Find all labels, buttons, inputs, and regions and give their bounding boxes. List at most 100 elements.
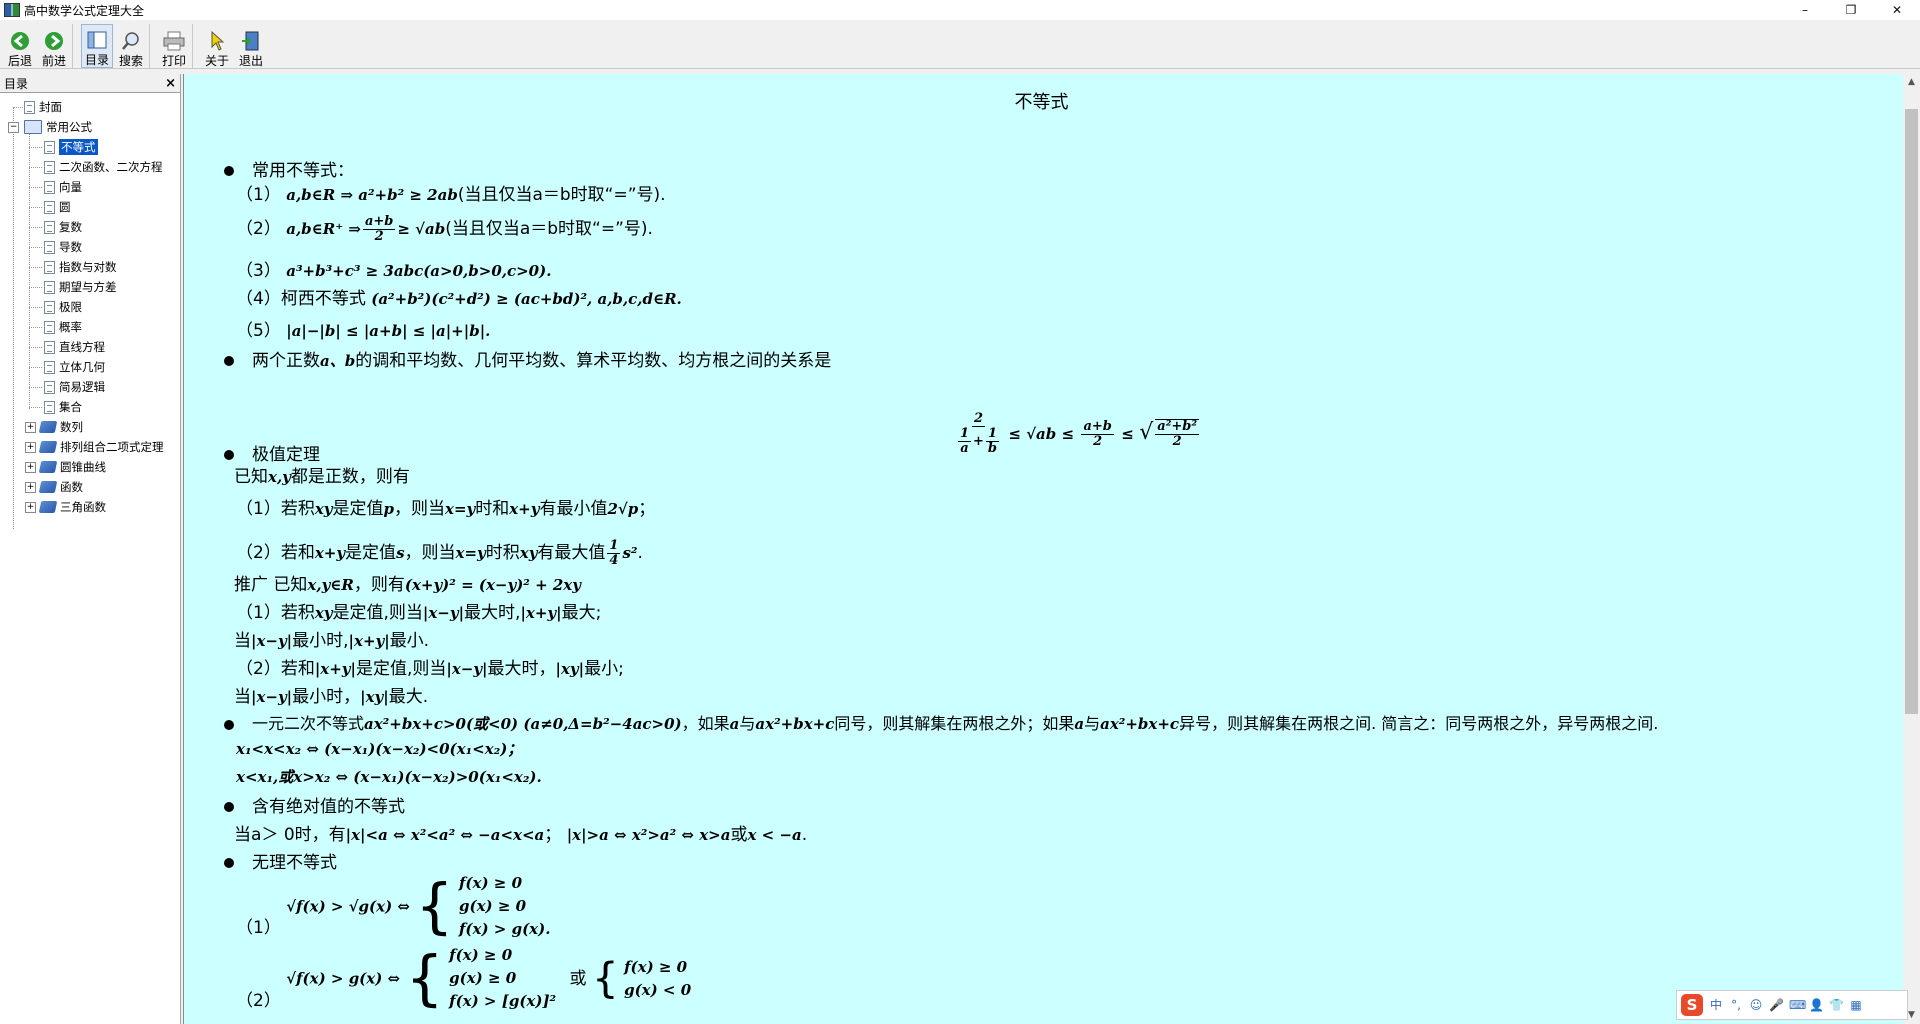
exit-button[interactable]: 退出 — [235, 24, 267, 68]
frac-num: 1 — [958, 426, 972, 442]
toc-button[interactable]: 目录 — [81, 24, 113, 68]
back-button[interactable]: 后退 — [4, 24, 36, 68]
irrational-2: （2） √f(x) > g(x) ⇔ { f(x) ≥ 0 g(x) ≥ 0 f… — [236, 944, 691, 1013]
condition: g(x) ≥ 0 — [458, 897, 527, 915]
user-icon[interactable]: 👤 — [1809, 998, 1824, 1012]
condition-stack: f(x) ≥ 0 g(x) ≥ 0 f(x) > [g(x)]² — [449, 944, 556, 1013]
tree-item-exp-log[interactable]: 指数与对数 — [0, 257, 180, 277]
bullet-icon — [224, 356, 234, 366]
math-expr: x+y — [314, 544, 346, 562]
vertical-scrollbar[interactable]: ▲ ▼ — [1903, 74, 1920, 1024]
tree-item-inequality[interactable]: 不等式 — [0, 137, 180, 157]
tree-item-functions[interactable]: + 函数 — [0, 477, 180, 497]
tree-item-vector[interactable]: 向量 — [0, 177, 180, 197]
print-button[interactable]: 打印 — [158, 24, 190, 68]
body-text: 与 — [739, 714, 756, 733]
open-book-icon — [24, 120, 42, 134]
skin-icon[interactable]: 👕 — [1829, 998, 1844, 1012]
irrational-1: （1） √f(x) > √g(x) ⇔ { f(x) ≥ 0 g(x) ≥ 0 … — [236, 872, 550, 941]
math-expr: (x+y)² = (x−y)² + 2xy — [404, 576, 581, 594]
view-group: 目录 搜索 — [77, 24, 150, 68]
tree-item-complex[interactable]: 复数 — [0, 217, 180, 237]
tree-item-logic[interactable]: 简易逻辑 — [0, 377, 180, 397]
expand-toggle-icon[interactable]: + — [25, 442, 36, 453]
condition: f(x) > g(x). — [458, 920, 551, 938]
minimize-button[interactable]: – — [1782, 0, 1828, 20]
left-brace: { — [405, 943, 444, 1014]
chinese-mode-icon[interactable]: 中 — [1709, 998, 1723, 1012]
page-icon — [44, 360, 55, 374]
tree-item-quadratic[interactable]: 二次函数、二次方程 — [0, 157, 180, 177]
microphone-icon[interactable]: 🎤 — [1769, 998, 1784, 1012]
page-icon — [44, 160, 55, 174]
body-text: （2）若和 — [236, 659, 315, 679]
body-text: 有最大值 — [537, 543, 606, 563]
tree-item-combinatorics[interactable]: + 排列组合二项式定理 — [0, 437, 180, 457]
math-expr: a — [729, 715, 740, 733]
collapse-toggle-icon[interactable]: − — [8, 122, 19, 133]
body-text: 最小. — [389, 631, 430, 651]
tree-item-line-eq[interactable]: 直线方程 — [0, 337, 180, 357]
math-expr: |xy| — [555, 660, 585, 678]
tree-item-set[interactable]: 集合 — [0, 397, 180, 417]
body-text: . — [801, 825, 808, 845]
expand-toggle-icon[interactable]: + — [25, 422, 36, 433]
bullet-icon — [224, 858, 234, 868]
tree-item-cover[interactable]: 封面 — [0, 97, 180, 117]
general-1b: 当|x−y|最小时,|x+y|最小. — [234, 626, 429, 651]
heading-text: 无理不等式 — [252, 853, 337, 873]
body-text: 当 — [234, 687, 251, 707]
math-expr: x < −a — [747, 826, 802, 844]
forward-button[interactable]: 前进 — [38, 24, 70, 68]
tree-item-probability[interactable]: 概率 — [0, 317, 180, 337]
book-icon — [38, 441, 58, 453]
expand-toggle-icon[interactable]: + — [25, 482, 36, 493]
item-number: （2） — [236, 991, 281, 1011]
body-text: 的调和平均数、几何平均数、算术平均数、均方根之间的关系是 — [355, 351, 832, 371]
keyboard-icon[interactable]: ⌨ — [1789, 998, 1806, 1012]
tree-item-common[interactable]: − 常用公式 — [0, 117, 180, 137]
harmonic-mean-fraction: 2 1 a +1 b — [956, 412, 1001, 456]
sogou-logo-icon[interactable]: S — [1681, 994, 1703, 1016]
tree-item-circle[interactable]: 圆 — [0, 197, 180, 217]
page-icon — [44, 280, 55, 294]
toc-header: 目录 × — [0, 74, 180, 93]
restore-button[interactable]: ❐ — [1828, 0, 1874, 20]
expand-toggle-icon[interactable]: + — [25, 502, 36, 513]
scroll-thumb[interactable] — [1905, 109, 1918, 714]
tree-item-derivative[interactable]: 导数 — [0, 237, 180, 257]
close-button[interactable]: ✕ — [1874, 0, 1920, 20]
sqrt-sign: √ — [1139, 420, 1154, 445]
tree-item-trig[interactable]: + 三角函数 — [0, 497, 180, 517]
tree-item-limit[interactable]: 极限 — [0, 297, 180, 317]
title-bar: 高中数学公式定理大全 – ❐ ✕ — [0, 0, 1920, 20]
condition-stack: f(x) ≥ 0 g(x) < 0 — [624, 956, 691, 1002]
condition: f(x) ≥ 0 — [449, 946, 513, 964]
page-icon — [44, 260, 55, 274]
emoji-icon[interactable]: ☺ — [1749, 998, 1763, 1012]
fraction: 1b — [985, 426, 999, 456]
body-text: 时积 — [485, 543, 520, 563]
math-expr: √f(x) > √g(x) ⇔ — [286, 897, 410, 916]
punctuation-icon[interactable]: °, — [1729, 998, 1743, 1012]
math-expr: x<x₁,或x>x₂ ⇔ (x−x₁)(x−x₂)>0(x₁<x₂). — [236, 768, 542, 786]
window-controls: – ❐ ✕ — [1782, 0, 1920, 20]
tree-item-solid-geometry[interactable]: 立体几何 — [0, 357, 180, 377]
tree-item-expectation[interactable]: 期望与方差 — [0, 277, 180, 297]
tree-item-conics[interactable]: + 圆锥曲线 — [0, 457, 180, 477]
toc-close-button[interactable]: × — [165, 76, 176, 91]
tree-item-sequence[interactable]: + 数列 — [0, 417, 180, 437]
frac-num: 1 — [985, 426, 999, 442]
scroll-up-arrow-icon[interactable]: ▲ — [1903, 74, 1920, 91]
math-expr: ≤ — [1121, 425, 1134, 443]
about-button[interactable]: 关于 — [201, 24, 233, 68]
toolbox-grid-icon[interactable]: ▦ — [1849, 998, 1863, 1012]
exit-label: 退出 — [238, 54, 263, 68]
bullet-icon — [224, 450, 234, 460]
exit-door-icon — [240, 30, 262, 52]
search-button[interactable]: 搜索 — [115, 24, 147, 68]
tree-item-label: 指数与对数 — [59, 260, 117, 274]
expand-toggle-icon[interactable]: + — [25, 462, 36, 473]
tree-item-label: 二次函数、二次方程 — [59, 160, 163, 174]
tree-item-label: 排列组合二项式定理 — [60, 440, 164, 454]
